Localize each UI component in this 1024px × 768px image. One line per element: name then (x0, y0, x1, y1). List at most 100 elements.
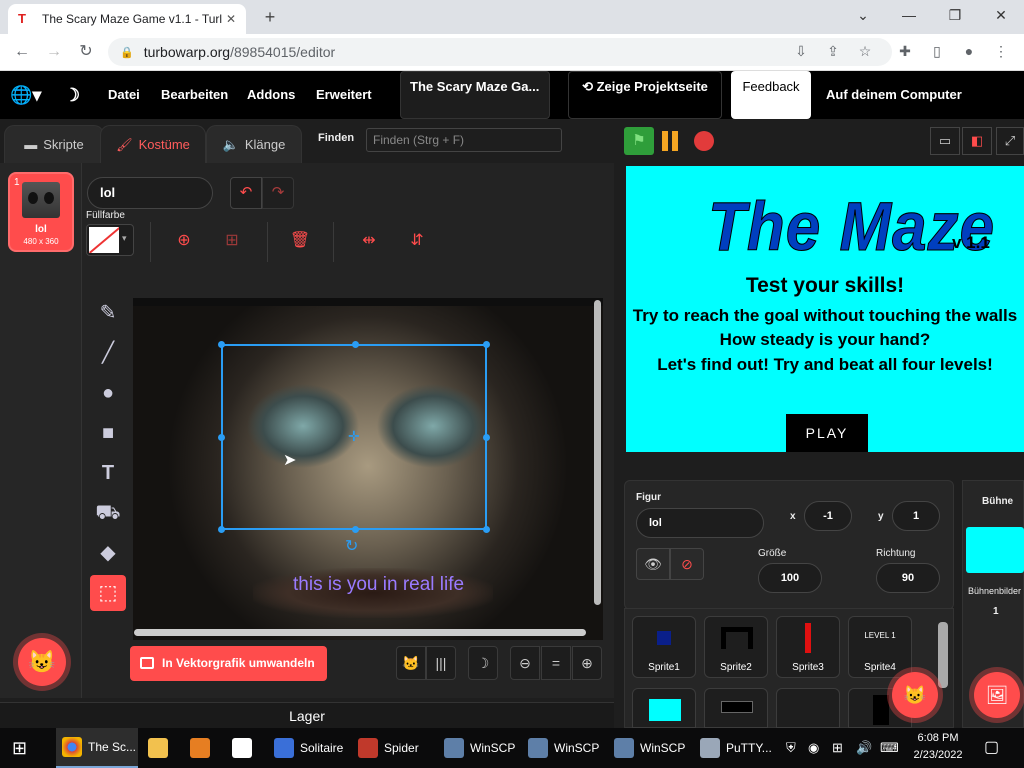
chrome-menu-icon[interactable]: ⋮ (990, 39, 1012, 63)
sprite-tile[interactable] (776, 688, 840, 728)
flip-vertical-icon[interactable]: ⇵ (406, 230, 428, 252)
taskbar-winscp[interactable]: WinSCP (444, 728, 515, 768)
copy-icon[interactable]: ⊕ (173, 230, 195, 252)
taskbar-chrome[interactable]: The Sc... (56, 728, 138, 768)
rotate-handle-icon[interactable]: ↻ (345, 536, 358, 556)
tray-chrome-icon[interactable]: ◉ (808, 728, 819, 768)
stage-thumbnail[interactable] (966, 527, 1024, 573)
zoom-out-icon[interactable]: ⊖ (510, 646, 540, 680)
small-stage-icon[interactable]: ▭ (930, 127, 960, 155)
sprite-name-input[interactable]: lol (636, 508, 764, 538)
resize-handle[interactable] (218, 341, 225, 348)
taskbar-putty[interactable]: PuTTY... (700, 728, 772, 768)
taskbar-winscp[interactable]: WinSCP (528, 728, 599, 768)
resize-handle[interactable] (352, 341, 359, 348)
url-bar[interactable]: 🔒 turbowarp.org/89854015/editor (108, 38, 892, 66)
costume-name-input[interactable]: lol (87, 177, 213, 209)
browser-tab[interactable]: T The Scary Maze Game v1.1 - Turl ✕ (8, 4, 246, 34)
new-tab-button[interactable]: + (258, 6, 282, 28)
tab-search-chevron-icon[interactable]: ⌄ (840, 0, 886, 30)
menu-addons[interactable]: Addons (247, 71, 295, 119)
line-tool-icon[interactable]: ╱ (90, 335, 126, 371)
see-project-page-button[interactable]: ⟲ Zeige Projektseite (568, 71, 722, 119)
paste-icon[interactable]: ⊞ (221, 230, 243, 252)
play-button[interactable]: PLAY (786, 414, 868, 452)
costume-item[interactable]: 1 lol 480 x 360 (8, 172, 74, 252)
rectangle-tool-icon[interactable]: ■ (90, 415, 126, 451)
media-player-icon[interactable] (190, 728, 216, 768)
sprite-tile[interactable]: LEVEL 1 Sprite4 (848, 616, 912, 678)
taskbar-clock[interactable]: 6:08 PM 2/23/2022 (898, 730, 978, 764)
flip-horizontal-icon[interactable]: ⇹ (358, 230, 380, 252)
tab-costumes[interactable]: 🖌 Kostüme (100, 125, 206, 163)
text-tool-icon[interactable]: T (90, 455, 126, 491)
green-flag-icon[interactable]: ⚑ (624, 127, 654, 155)
x-input[interactable]: -1 (804, 501, 852, 531)
large-stage-icon[interactable]: ◧ (962, 127, 992, 155)
sprite-tile[interactable]: Sprite1 (632, 616, 696, 678)
paint-canvas[interactable]: ✛ ↻ this is you in real life ➤ (133, 298, 603, 640)
tray-network-icon[interactable]: ⊞ (832, 728, 843, 768)
add-backdrop-button[interactable]: 🖼 (974, 672, 1020, 718)
menu-advanced[interactable]: Erweitert (316, 71, 372, 119)
restore-button[interactable]: ❐ (932, 0, 978, 30)
menu-file[interactable]: Datei (108, 71, 140, 119)
size-input[interactable]: 100 (758, 563, 822, 593)
minimize-button[interactable]: — (886, 0, 932, 30)
circle-tool-icon[interactable]: ● (90, 375, 126, 411)
language-globe-icon[interactable]: 🌐▾ (10, 71, 41, 119)
undo-button[interactable]: ↶ (230, 177, 262, 209)
resize-handle[interactable] (218, 434, 225, 441)
extensions-puzzle-icon[interactable]: ✚ (894, 39, 916, 63)
pause-icon[interactable] (662, 131, 682, 151)
dark-mode-moon-icon[interactable]: ☽ (468, 646, 498, 680)
back-arrow-icon[interactable]: ← (10, 40, 34, 64)
sprite-list-scrollbar[interactable] (938, 622, 948, 688)
profile-avatar-icon[interactable]: ● (958, 39, 980, 63)
taskbar-winscp[interactable]: WinSCP (614, 728, 685, 768)
save-to-computer-button[interactable]: Auf deinem Computer speichern (826, 71, 1024, 150)
install-app-icon[interactable]: ⇩ (790, 39, 812, 63)
redo-button[interactable]: ↷ (262, 177, 294, 209)
selection-box[interactable]: ✛ ↻ (218, 341, 490, 555)
add-sprite-button[interactable]: 😺 (892, 672, 938, 718)
zoom-in-icon[interactable]: ⊕ (572, 646, 602, 680)
taskbar-solitaire[interactable]: Solitaire (274, 728, 343, 768)
bookmark-star-icon[interactable]: ☆ (854, 39, 876, 63)
stop-icon[interactable] (694, 131, 714, 151)
zoom-reset-button[interactable]: = (541, 646, 571, 680)
tab-code[interactable]: ▬ Skripte (4, 125, 104, 163)
resize-handle[interactable] (483, 434, 490, 441)
sprite-tile[interactable]: Sprite3 (776, 616, 840, 678)
resize-handle[interactable] (483, 526, 490, 533)
side-panel-icon[interactable]: ▯ (926, 39, 948, 63)
project-title-input[interactable]: The Scary Maze Ga... (400, 71, 550, 119)
menu-edit[interactable]: Bearbeiten (161, 71, 228, 119)
convert-to-vector-button[interactable]: In Vektorgrafik umwandeln (130, 646, 327, 681)
stage-canvas[interactable]: The Maze v 1.1 Test your skills! Try to … (626, 166, 1024, 452)
find-input[interactable]: Finden (Strg + F) (366, 128, 562, 152)
forward-arrow-icon[interactable]: → (42, 40, 66, 64)
file-explorer-icon[interactable] (148, 728, 174, 768)
bitmap-mode-icon[interactable]: 🐱 (396, 646, 426, 680)
start-windows-icon[interactable]: ⊞ (12, 728, 27, 768)
tab-close-icon[interactable]: ✕ (226, 12, 236, 26)
feedback-button[interactable]: Feedback (731, 71, 811, 119)
close-window-button[interactable]: ✕ (978, 0, 1024, 30)
tray-volume-icon[interactable]: 🔊 (856, 728, 872, 768)
sprite-tile[interactable] (632, 688, 696, 728)
direction-input[interactable]: 90 (876, 563, 940, 593)
notification-icon[interactable]: ▢ (984, 728, 999, 768)
sprite-tile[interactable] (704, 688, 768, 728)
fill-bucket-icon[interactable]: ⛟ (90, 495, 126, 531)
canvas-vertical-scrollbar[interactable] (594, 300, 601, 605)
y-input[interactable]: 1 (892, 501, 940, 531)
share-icon[interactable]: ⇪ (822, 39, 844, 63)
hide-sprite-icon[interactable]: ⊘ (670, 548, 704, 580)
theme-moon-icon[interactable]: ☽ (64, 71, 80, 119)
sprite-tile[interactable]: Sprite2 (704, 616, 768, 678)
eraser-tool-icon[interactable]: ◆ (90, 535, 126, 571)
select-tool-icon[interactable]: ⬚ (90, 575, 126, 611)
tray-shield-icon[interactable]: ⛨ (786, 728, 796, 768)
fullscreen-icon[interactable]: ⤢ (996, 127, 1024, 155)
